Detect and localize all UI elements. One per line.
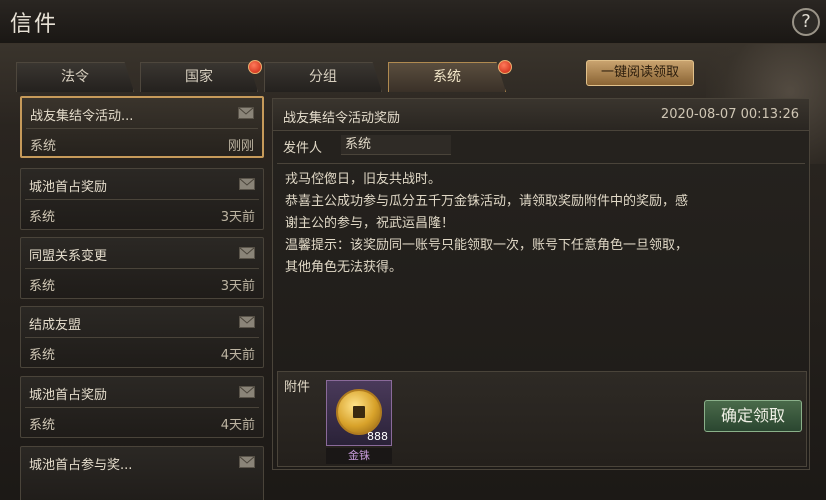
mail-time: 4天前	[220, 418, 255, 433]
mail-subject: 结成友盟	[29, 318, 82, 333]
tab-group[interactable]: 分组	[264, 62, 382, 92]
mail-subject: 城池首占奖励	[29, 180, 108, 195]
mail-time: 4天前	[220, 348, 255, 363]
envelope-icon	[239, 247, 255, 259]
divider	[25, 268, 259, 269]
body-line: 温馨提示：该奖励同一账号只能领取一次，账号下任意角色一旦领取，	[285, 238, 689, 253]
mail-subject: 战友集结令活动...	[30, 109, 134, 124]
detail-header: 战友集结令活动奖励 2020-08-07 00:13:26	[273, 99, 809, 131]
mail-subject: 城池首占奖励	[29, 388, 108, 403]
mail-sender: 系统	[29, 348, 56, 363]
mail-sender: 系统	[29, 418, 56, 433]
envelope-icon	[239, 316, 255, 328]
divider	[25, 199, 259, 200]
mail-list[interactable]: 战友集结令活动... 系统 刚刚 城池首占奖励 系统 3天前 同盟关系变更 系统…	[20, 96, 266, 500]
attachment-box: 附件 888 金铢 确定领取	[277, 371, 807, 467]
body-line: 恭喜主公成功参与瓜分五千万金铢活动，请领取奖励附件中的奖励，感	[285, 194, 689, 209]
confirm-claim-button[interactable]: 确定领取	[704, 400, 802, 432]
sender-value: 系统	[341, 135, 451, 155]
mail-sender: 系统	[29, 279, 56, 294]
attachment-count: 888	[367, 430, 388, 443]
body-line: 谢主公的参与，祝武运昌隆！	[285, 216, 455, 231]
mail-sender: 系统	[29, 210, 56, 225]
mail-item[interactable]: 战友集结令活动... 系统 刚刚	[20, 96, 264, 158]
mail-item[interactable]: 同盟关系变更 系统 3天前	[20, 237, 264, 299]
window-title: 信件	[10, 12, 59, 37]
attachment-label: 附件	[284, 380, 311, 395]
tab-decree[interactable]: 法令	[16, 62, 134, 92]
attachment-name: 金铢	[326, 448, 392, 464]
envelope-icon	[238, 107, 254, 119]
mail-subject: 城池首占参与奖...	[29, 458, 133, 473]
tab-system[interactable]: 系统	[388, 62, 506, 92]
detail-title: 战友集结令活动奖励	[283, 111, 401, 126]
mail-item[interactable]: 城池首占奖励 系统 3天前	[20, 168, 264, 230]
mail-item[interactable]: 城池首占奖励 系统 4天前	[20, 376, 264, 438]
attachment-item[interactable]: 888	[326, 380, 392, 446]
envelope-icon	[239, 456, 255, 468]
read-all-claim-button[interactable]: 一键阅读领取	[586, 60, 694, 86]
help-button[interactable]: ?	[792, 8, 820, 36]
divider	[25, 337, 259, 338]
mail-item[interactable]: 城池首占参与奖...	[20, 446, 264, 500]
mail-time: 刚刚	[227, 139, 254, 154]
body-line: 其他角色无法获得。	[285, 260, 403, 275]
coin-hole	[353, 406, 365, 418]
mail-item[interactable]: 结成友盟 系统 4天前	[20, 306, 264, 368]
divider	[277, 163, 805, 164]
mail-sender: 系统	[30, 139, 57, 154]
title-bar: 信件 ?	[0, 0, 826, 44]
mail-time: 3天前	[220, 210, 255, 225]
detail-date: 2020-08-07 00:13:26	[660, 107, 799, 122]
mail-time: 3天前	[220, 279, 255, 294]
system-notification-badge	[498, 60, 512, 74]
body-line: 戎马倥偬日，旧友共战时。	[285, 172, 442, 187]
envelope-icon	[239, 178, 255, 190]
mail-body: 戎马倥偬日，旧友共战时。 恭喜主公成功参与瓜分五千万金铢活动，请领取奖励附件中的…	[285, 169, 799, 279]
envelope-icon	[239, 386, 255, 398]
divider	[26, 128, 258, 129]
divider	[25, 407, 259, 408]
coin-icon	[336, 389, 382, 435]
sender-label: 发件人	[283, 141, 323, 156]
mail-detail-panel: 战友集结令活动奖励 2020-08-07 00:13:26 发件人 系统 戎马倥…	[272, 98, 810, 470]
nation-notification-badge	[248, 60, 262, 74]
tab-nation[interactable]: 国家	[140, 62, 258, 92]
mail-subject: 同盟关系变更	[29, 249, 108, 264]
